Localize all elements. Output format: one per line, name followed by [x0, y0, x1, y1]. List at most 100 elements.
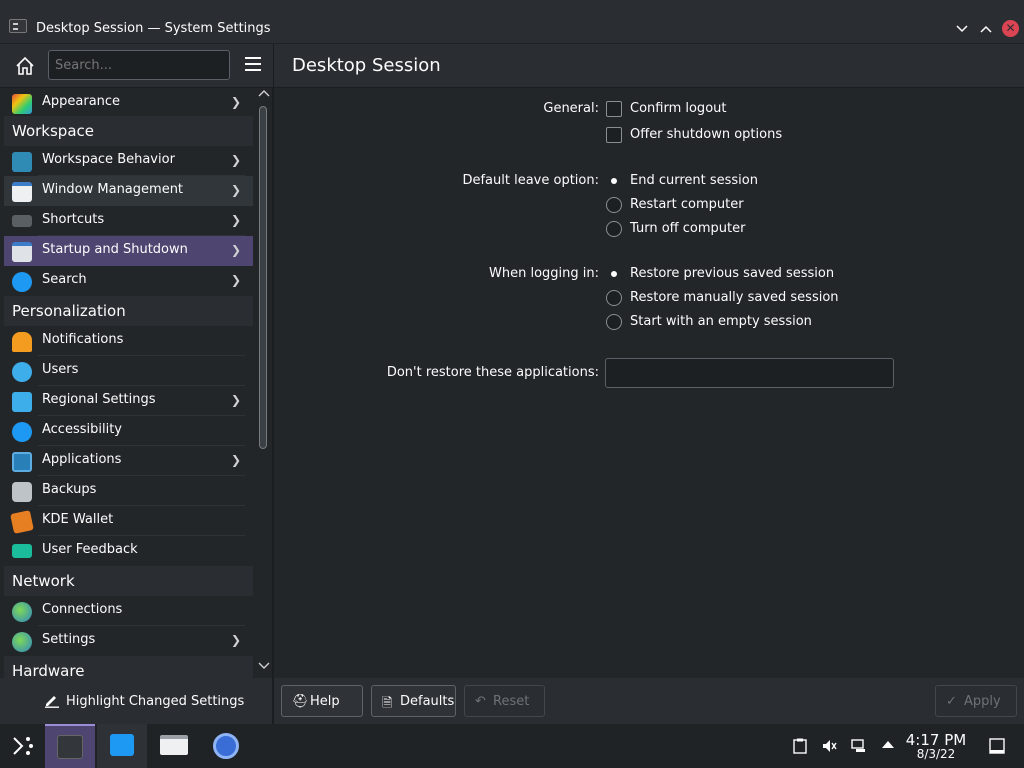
wallet-icon — [10, 510, 34, 534]
feedback-icon — [12, 544, 32, 558]
chevron-right-icon: ❯ — [231, 243, 242, 257]
users-icon — [12, 362, 32, 382]
workspace-behavior-icon — [12, 152, 32, 172]
dont-restore-apps-input[interactable] — [605, 358, 894, 388]
sidebar-item-shortcuts[interactable]: Shortcuts ❯ — [4, 206, 253, 236]
login-restore-previous-radio[interactable] — [606, 266, 622, 282]
category-workspace: Workspace — [4, 116, 253, 146]
sidebar-item-workspace-behavior[interactable]: Workspace Behavior ❯ — [4, 146, 253, 176]
startup-shutdown-icon — [12, 242, 32, 262]
highlight-changed-settings-button[interactable]: Highlight Changed Settings — [44, 692, 244, 709]
chevron-right-icon: ❯ — [231, 153, 242, 167]
apply-button[interactable]: ✓ Apply — [935, 685, 1017, 717]
sidebar-item-accessibility[interactable]: Accessibility — [4, 416, 253, 446]
leave-turn-off-radio[interactable] — [606, 221, 622, 237]
sidebar-item-users[interactable]: Users — [4, 356, 253, 386]
sidebar-item-settings[interactable]: Settings ❯ — [4, 626, 253, 656]
category-hardware: Hardware — [4, 656, 253, 678]
chevron-right-icon: ❯ — [231, 95, 242, 109]
sidebar-item-startup-and-shutdown[interactable]: Startup and Shutdown ❯ — [4, 236, 253, 266]
sidebar-item-window-management[interactable]: Window Management ❯ — [4, 176, 253, 206]
sidebar-item-backups[interactable]: Backups — [4, 476, 253, 506]
hamburger-menu-icon[interactable] — [245, 57, 261, 71]
page-title: Desktop Session — [292, 55, 441, 76]
help-button[interactable]: ⛑ Help — [281, 685, 363, 717]
sidebar-item-kde-wallet[interactable]: KDE Wallet — [4, 506, 253, 536]
browser-icon — [213, 733, 239, 759]
sidebar-item-appearance[interactable]: Appearance ❯ — [4, 88, 253, 118]
volume-muted-icon[interactable] — [821, 738, 837, 754]
sidebar-item-search[interactable]: Search ❯ — [4, 266, 253, 296]
chevron-right-icon: ❯ — [231, 633, 242, 647]
globe-icon — [12, 602, 32, 622]
pencil-icon — [45, 696, 59, 708]
when-logging-in-label: When logging in: — [489, 266, 599, 281]
taskbar-discover[interactable] — [97, 724, 147, 768]
reset-button[interactable]: ↶ Reset — [464, 685, 545, 717]
login-option-label[interactable]: Restore manually saved session — [630, 290, 839, 305]
show-hidden-icons-arrow-icon[interactable] — [880, 738, 896, 754]
confirm-logout-label[interactable]: Confirm logout — [630, 101, 726, 116]
sidebar-item-notifications[interactable]: Notifications — [4, 326, 253, 356]
search-input[interactable] — [48, 50, 230, 80]
applications-icon — [12, 452, 32, 472]
offer-shutdown-checkbox[interactable] — [606, 127, 622, 143]
close-button[interactable]: ✕ — [1002, 20, 1019, 37]
scroll-down-arrow-icon[interactable] — [257, 662, 270, 676]
login-option-label[interactable]: Restore previous saved session — [630, 266, 834, 281]
show-desktop-icon[interactable] — [989, 738, 1005, 754]
leave-option-label[interactable]: End current session — [630, 173, 758, 188]
taskbar-file-manager[interactable] — [149, 724, 199, 768]
undo-icon: ↶ — [475, 694, 486, 709]
document-icon: 🗎 — [382, 696, 393, 711]
application-launcher-icon[interactable] — [0, 724, 50, 768]
login-empty-session-radio[interactable] — [606, 314, 622, 330]
confirm-logout-checkbox[interactable] — [606, 101, 622, 117]
sidebar-item-applications[interactable]: Applications ❯ — [4, 446, 253, 476]
sidebar-item-user-feedback[interactable]: User Feedback — [4, 536, 253, 566]
backups-icon — [12, 482, 32, 502]
regional-settings-icon — [12, 392, 32, 412]
folder-icon — [160, 735, 188, 755]
category-network: Network — [4, 566, 253, 596]
search-icon — [12, 272, 32, 292]
globe-icon — [12, 632, 32, 652]
chevron-right-icon: ❯ — [231, 273, 242, 287]
keyboard-icon — [12, 215, 32, 227]
taskbar-browser[interactable] — [201, 724, 251, 768]
defaults-button[interactable]: 🗎 Defaults — [371, 685, 456, 717]
window-management-icon — [12, 182, 32, 202]
offer-shutdown-label[interactable]: Offer shutdown options — [630, 127, 782, 142]
leave-restart-radio[interactable] — [606, 197, 622, 213]
clipboard-icon[interactable] — [792, 738, 808, 754]
leave-option-label[interactable]: Turn off computer — [630, 221, 745, 236]
chevron-right-icon: ❯ — [231, 183, 242, 197]
minimize-button[interactable] — [954, 21, 970, 37]
chevron-right-icon: ❯ — [231, 453, 242, 467]
sidebar-item-connections[interactable]: Connections — [4, 596, 253, 626]
sidebar-scrollbar-thumb[interactable] — [259, 106, 267, 449]
network-icon[interactable] — [851, 738, 867, 754]
default-leave-label: Default leave option: — [462, 173, 599, 188]
window-title: Desktop Session — System Settings — [36, 21, 271, 36]
login-option-label[interactable]: Start with an empty session — [630, 314, 812, 329]
system-settings-icon — [57, 735, 83, 759]
general-label: General: — [543, 101, 599, 116]
clock-date[interactable]: 8/3/22 — [900, 747, 972, 761]
sidebar: Appearance ❯ Workspace Workspace Behavio… — [0, 88, 273, 678]
sidebar-item-regional-settings[interactable]: Regional Settings ❯ — [4, 386, 253, 416]
leave-end-session-radio[interactable] — [606, 173, 622, 189]
chevron-right-icon: ❯ — [231, 213, 242, 227]
appearance-icon — [12, 94, 32, 114]
login-restore-manual-radio[interactable] — [606, 290, 622, 306]
bell-icon — [12, 332, 32, 352]
home-icon[interactable] — [14, 56, 36, 76]
leave-option-label[interactable]: Restart computer — [630, 197, 744, 212]
category-personalization: Personalization — [4, 296, 253, 326]
taskbar-system-settings[interactable] — [45, 724, 95, 768]
maximize-button[interactable] — [978, 21, 994, 37]
help-icon: ⛑ — [292, 694, 309, 709]
chevron-right-icon: ❯ — [231, 393, 242, 407]
checkmark-icon: ✓ — [946, 694, 957, 709]
scroll-up-arrow-icon[interactable] — [257, 89, 270, 103]
